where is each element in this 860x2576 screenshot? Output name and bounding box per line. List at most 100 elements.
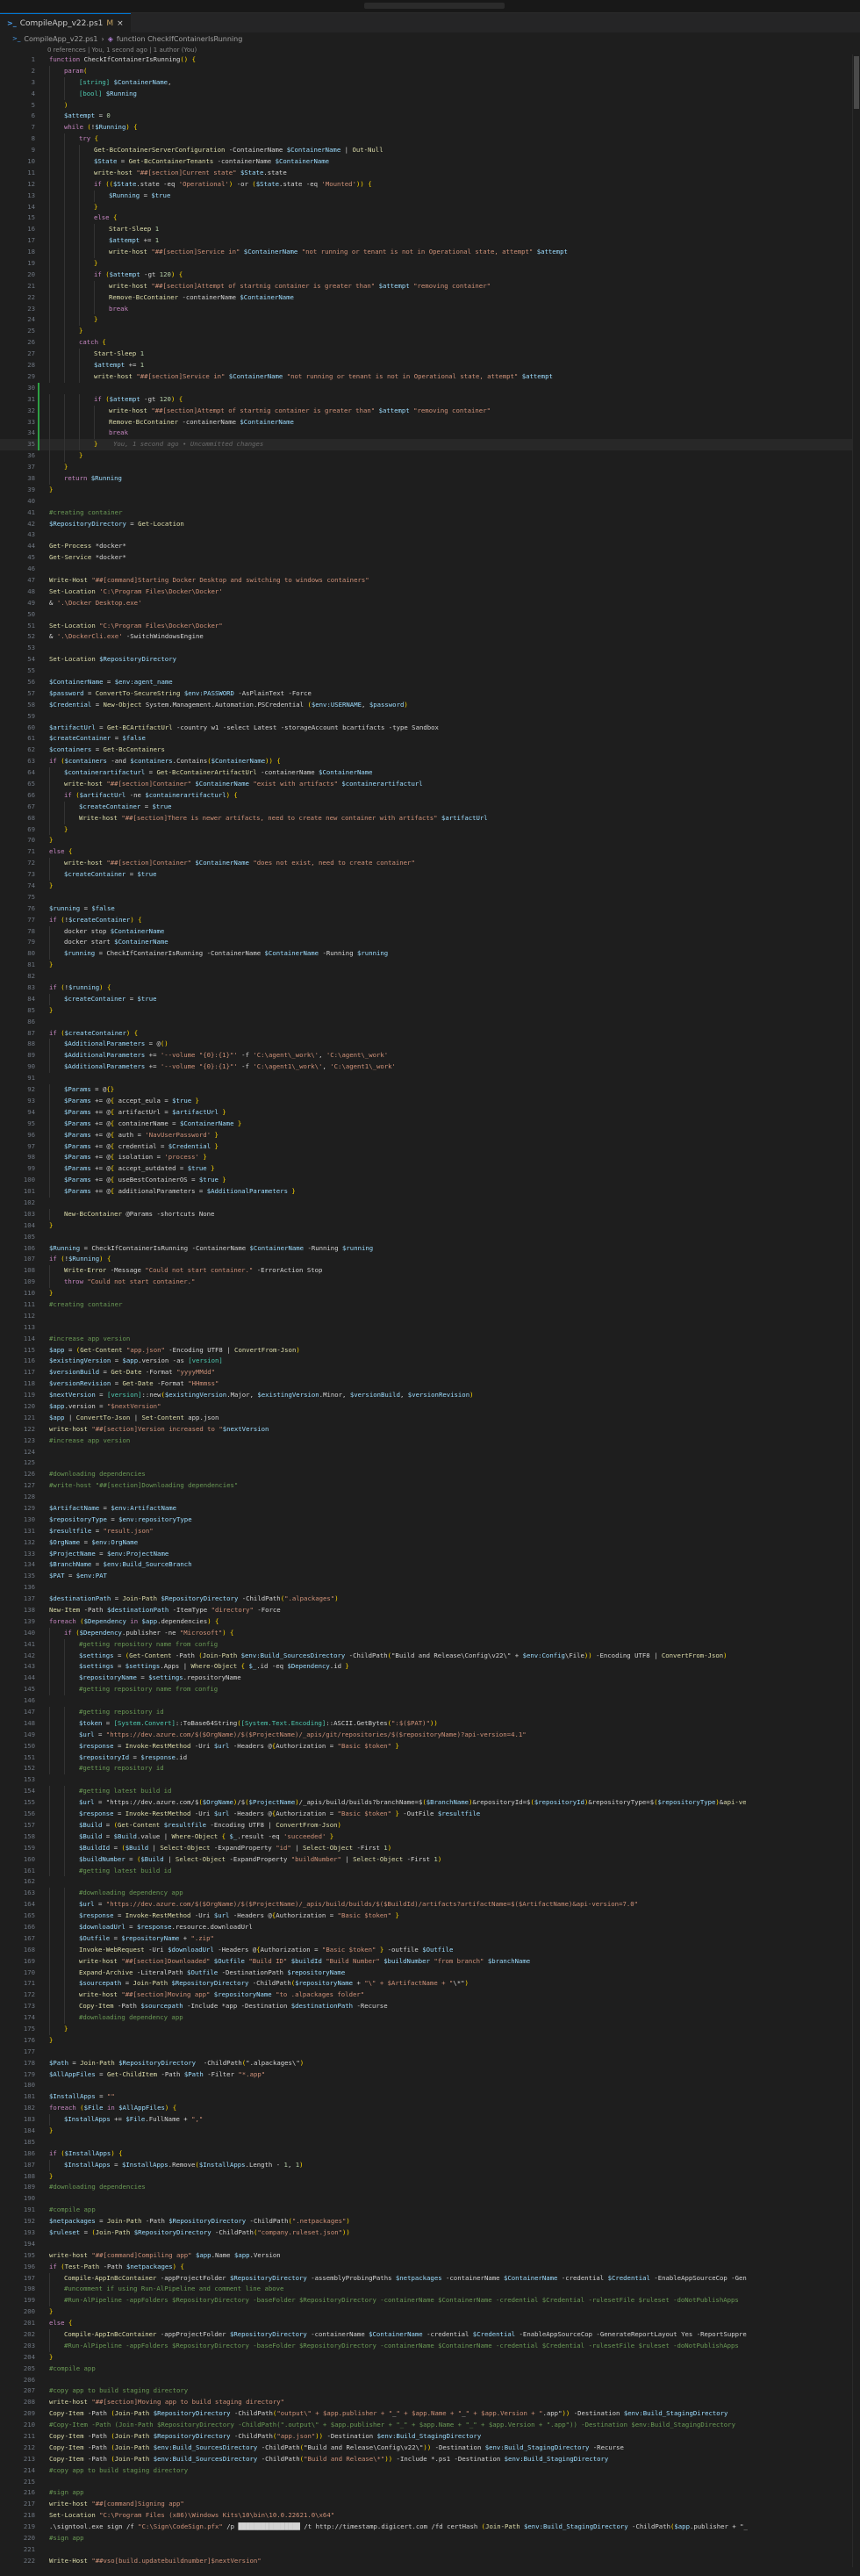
code-line[interactable]: 96 $Params += @{ auth = 'NavUserPassword'… — [0, 1129, 860, 1141]
code-line[interactable]: 179 $AllAppFiles = Get-ChildItem -Path $P… — [0, 2069, 860, 2081]
code-line[interactable]: 221 — [0, 2544, 860, 2556]
code-line[interactable]: 166 $downloadUrl = $response.resource.dow… — [0, 1921, 860, 1933]
code-line[interactable]: 200} — [0, 2306, 860, 2318]
code-line[interactable]: 35} You, 1 second ago • Uncommitted chan… — [0, 439, 860, 451]
command-center[interactable] — [364, 3, 505, 9]
code-line[interactable]: 46 — [0, 564, 860, 575]
code-line[interactable]: 112 — [0, 1311, 860, 1322]
code-line[interactable]: 126 #downloading dependencies — [0, 1469, 860, 1480]
code-line[interactable]: 84 $createContainer = $true — [0, 993, 860, 1005]
code-line[interactable]: 135 $PAT = $env:PAT — [0, 1571, 860, 1582]
code-line[interactable]: 22 Remove-BcContainer -containerName $Con… — [0, 291, 860, 304]
code-line[interactable]: 160 $buildNumber = ($Build | Select-Objec… — [0, 1853, 860, 1866]
vertical-scrollbar[interactable] — [852, 54, 860, 2567]
code-line[interactable]: 49 & '.\Docker Desktop.exe' — [0, 598, 860, 609]
code-line[interactable]: 58 $Credential = New-Object System.Manage… — [0, 700, 860, 711]
code-line[interactable]: 201 else { — [0, 2318, 860, 2329]
code-line[interactable]: 20 if ($attempt -gt 120) { — [0, 269, 860, 281]
code-line[interactable]: 133 $ProjectName = $env:ProjectName — [0, 1549, 860, 1560]
code-line[interactable]: 103 New-BcContainer @Params -shortcuts No… — [0, 1208, 860, 1220]
code-line[interactable]: 92 $Params = @{} — [0, 1084, 860, 1096]
code-line[interactable]: 86 — [0, 1017, 860, 1028]
code-line[interactable]: 71 else { — [0, 846, 860, 858]
code-line[interactable]: 104} — [0, 1220, 860, 1232]
code-line[interactable]: 30 — [0, 382, 860, 394]
code-line[interactable]: 169 write-host "##[section]Downloaded" $O… — [0, 1955, 860, 1968]
code-line[interactable]: 185 — [0, 2137, 860, 2148]
code-line[interactable]: 57 $password = ConvertTo-SecureString $en… — [0, 688, 860, 700]
code-line[interactable]: 62 $containers = Get-BcContainers — [0, 745, 860, 756]
code-line[interactable]: 115 $app = (Get-Content "app.json" -Encod… — [0, 1345, 860, 1356]
breadcrumb-symbol[interactable]: function CheckIfContainerIsRunning — [117, 35, 242, 43]
code-line[interactable]: 67 $createContainer = $true — [0, 801, 860, 813]
code-line[interactable]: 95 $Params += @{ containerName = $Contain… — [0, 1118, 860, 1130]
code-line[interactable]: 83 if (!$running) { — [0, 982, 860, 994]
code-line[interactable]: 68 Write-host "##[section]There is newer … — [0, 812, 860, 824]
code-line[interactable]: 120 $app.version = "$nextVersion" — [0, 1401, 860, 1413]
code-line[interactable]: 51 Set-Location "C:\Program Files\Docker\… — [0, 621, 860, 632]
code-line[interactable]: 110} — [0, 1288, 860, 1299]
code-line[interactable]: 43 — [0, 529, 860, 541]
code-line[interactable]: 171 $sourcepath = Join-Path $RepositoryDi… — [0, 1978, 860, 1990]
code-line[interactable]: 25} — [0, 326, 860, 338]
code-line[interactable]: 19} — [0, 258, 860, 270]
code-line[interactable]: 89 $AdditionalParameters += '--volume "{0… — [0, 1050, 860, 1062]
code-line[interactable]: 81} — [0, 960, 860, 971]
code-line[interactable]: 101 $Params += @{ additionalParameters = … — [0, 1186, 860, 1198]
code-line[interactable]: 11 write-host "##[section]Current state" … — [0, 167, 860, 179]
code-line[interactable]: 170 Expand-Archive -LiteralPath $Outfile … — [0, 1967, 860, 1979]
code-line[interactable]: 111 #creating container — [0, 1299, 860, 1311]
code-line[interactable]: 88 $AdditionalParameters = @() — [0, 1039, 860, 1051]
code-line[interactable]: 154 #getting latest build id — [0, 1786, 860, 1798]
code-line[interactable]: 79 docker start $ContainerName — [0, 937, 860, 949]
code-line[interactable]: 198 #uncomment if using Run-AlPipeline an… — [0, 2284, 860, 2296]
code-line[interactable]: 40 — [0, 496, 860, 507]
code-line[interactable]: 56 $ContainerName = $env:agent_name — [0, 677, 860, 688]
code-line[interactable]: 202 Compile-AppInBcContainer -appProjectF… — [0, 2329, 860, 2341]
code-line[interactable]: 211 Copy-Item -Path (Join-Path $Repositor… — [0, 2431, 860, 2443]
code-line[interactable]: 55 — [0, 666, 860, 677]
code-line[interactable]: 8 try { — [0, 133, 860, 146]
code-line[interactable]: 117 $versionBuild = Get-Date -Format "yyy… — [0, 1367, 860, 1378]
code-line[interactable]: 141 #getting repository name from config — [0, 1638, 860, 1651]
breadcrumb-file[interactable]: CompileApp_v22.ps1 — [24, 35, 97, 43]
close-icon[interactable]: × — [117, 19, 124, 28]
code-line[interactable]: 173 Copy-Item -Path $sourcepath -Include … — [0, 2001, 860, 2013]
code-line[interactable]: 163 #downloading dependency app — [0, 1888, 860, 1900]
code-line[interactable]: 175} — [0, 2023, 860, 2035]
code-line[interactable]: 99 $Params += @{ accept_outdated = $true … — [0, 1163, 860, 1176]
code-line[interactable]: 144 $repositoryName = $settings.repositor… — [0, 1673, 860, 1685]
code-line[interactable]: 215 — [0, 2477, 860, 2488]
code-line[interactable]: 191 #compile app — [0, 2205, 860, 2216]
code-line[interactable]: 100 $Params += @{ useBestContainerOS = $t… — [0, 1175, 860, 1187]
code-line[interactable]: 90 $AdditionalParameters += '--volume "{0… — [0, 1061, 860, 1074]
code-line[interactable]: 85} — [0, 1005, 860, 1017]
code-line[interactable]: 123 #increase app version — [0, 1436, 860, 1447]
code-line[interactable]: 60 $artifactUrl = Get-BCArtifactUrl -coun… — [0, 723, 860, 734]
code-line[interactable]: 77 if (!$createContainer) { — [0, 915, 860, 926]
code-line[interactable]: 108 Write-Error -Message "Could not start… — [0, 1265, 860, 1277]
code-line[interactable]: 193 $ruleset = (Join-Path $RepositoryDire… — [0, 2227, 860, 2239]
code-line[interactable]: 33 Remove-BcContainer -containerName $Con… — [0, 416, 860, 428]
code-line[interactable]: 1 function CheckIfContainerIsRunning() { — [0, 54, 860, 66]
scrollbar-thumb[interactable] — [854, 56, 859, 109]
code-line[interactable]: 178 $Path = Join-Path $RepositoryDirector… — [0, 2058, 860, 2069]
code-line[interactable]: 127 #write-host "##[section]Downloading d… — [0, 1480, 860, 1492]
code-line[interactable]: 205 #compile app — [0, 2364, 860, 2375]
code-line[interactable]: 136 — [0, 1582, 860, 1594]
code-line[interactable]: 180 — [0, 2080, 860, 2091]
code-line[interactable]: 80 $running = CheckIfContainerIsRunning -… — [0, 948, 860, 961]
code-line[interactable]: 129 $ArtifactName = $env:ArtifactName — [0, 1503, 860, 1515]
code-line[interactable]: 188} — [0, 2171, 860, 2183]
code-line[interactable]: 64 $containerartifacturl = Get-BcContaine… — [0, 767, 860, 779]
code-line[interactable]: 164 $url = "https://dev.azure.com/$($OrgN… — [0, 1899, 860, 1911]
code-line[interactable]: 31 if ($attempt -gt 120) { — [0, 393, 860, 406]
code-line[interactable]: 7 while (!$Running) { — [0, 122, 860, 134]
code-line[interactable]: 113 — [0, 1322, 860, 1334]
code-line[interactable]: 128 — [0, 1492, 860, 1503]
code-line[interactable]: 36} — [0, 450, 860, 463]
code-line[interactable]: 161 #getting latest build id — [0, 1865, 860, 1877]
code-line[interactable]: 76 $running = $false — [0, 903, 860, 915]
code-line[interactable]: 174 #downloading dependency app — [0, 2012, 860, 2024]
code-line[interactable]: 3 [string] $ContainerName, — [0, 76, 860, 89]
